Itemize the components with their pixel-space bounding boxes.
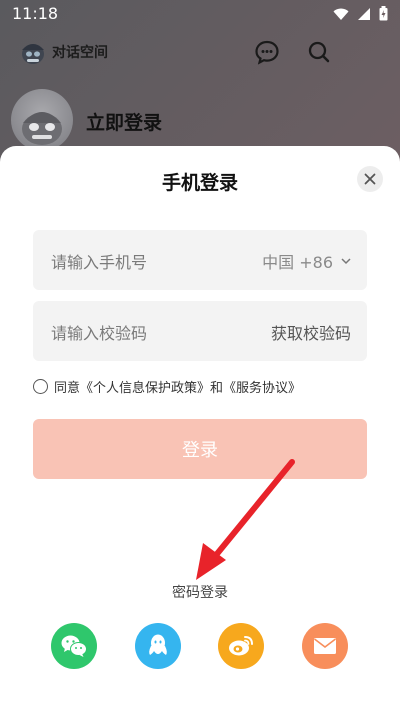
app-name: 对话空间 [52,45,108,61]
app-logo-icon [22,44,44,64]
avatar[interactable] [11,89,73,151]
phone-login-sheet: 手机登录 请输入手机号 中国 +86 请输入校验码 获取校验码 同意《个人信息保… [0,146,400,711]
default-avatar-icon [22,112,62,145]
app-bar: 对话空间 [0,30,400,74]
agreement-checkbox[interactable] [33,379,48,394]
country-code-select[interactable]: 中国 +86 [262,249,351,273]
wechat-login-button[interactable] [51,623,97,669]
status-bar: 11:18 [0,0,400,28]
battery-icon [379,6,388,21]
profile-header[interactable]: 立即登录 [0,86,400,151]
close-button[interactable] [357,166,383,192]
verification-code-input[interactable]: 请输入校验码 获取校验码 [33,301,367,361]
phone-input[interactable]: 请输入手机号 中国 +86 [33,230,367,290]
get-code-button[interactable]: 获取校验码 [271,320,351,344]
sheet-title: 手机登录 [161,172,238,194]
signal-icon [358,7,370,20]
status-time: 11:18 [12,4,59,23]
agreement-text[interactable]: 同意《个人信息保护政策》和《服务协议》 [54,377,301,396]
code-placeholder: 请输入校验码 [51,324,148,343]
close-icon [364,173,376,185]
login-now-link[interactable]: 立即登录 [86,108,162,135]
search-icon[interactable] [306,39,332,65]
agreement-row: 同意《个人信息保护政策》和《服务协议》 [33,377,301,396]
password-login-link[interactable]: 密码登录 [0,582,400,602]
country-code-label: 中国 +86 [262,253,333,272]
get-code-label: 获取校验码 [270,324,351,343]
email-icon [314,638,336,654]
chevron-down-icon [341,257,351,264]
email-login-button[interactable] [302,623,348,669]
status-icons [333,6,388,21]
weibo-icon [229,636,253,656]
wechat-icon [61,635,87,657]
login-button[interactable]: 登录 [33,419,367,479]
message-icon[interactable] [254,39,280,65]
wifi-icon [333,8,349,20]
qq-icon [149,634,167,655]
qq-login-button[interactable] [135,623,181,669]
weibo-login-button[interactable] [218,623,264,669]
phone-placeholder: 请输入手机号 [51,253,148,272]
